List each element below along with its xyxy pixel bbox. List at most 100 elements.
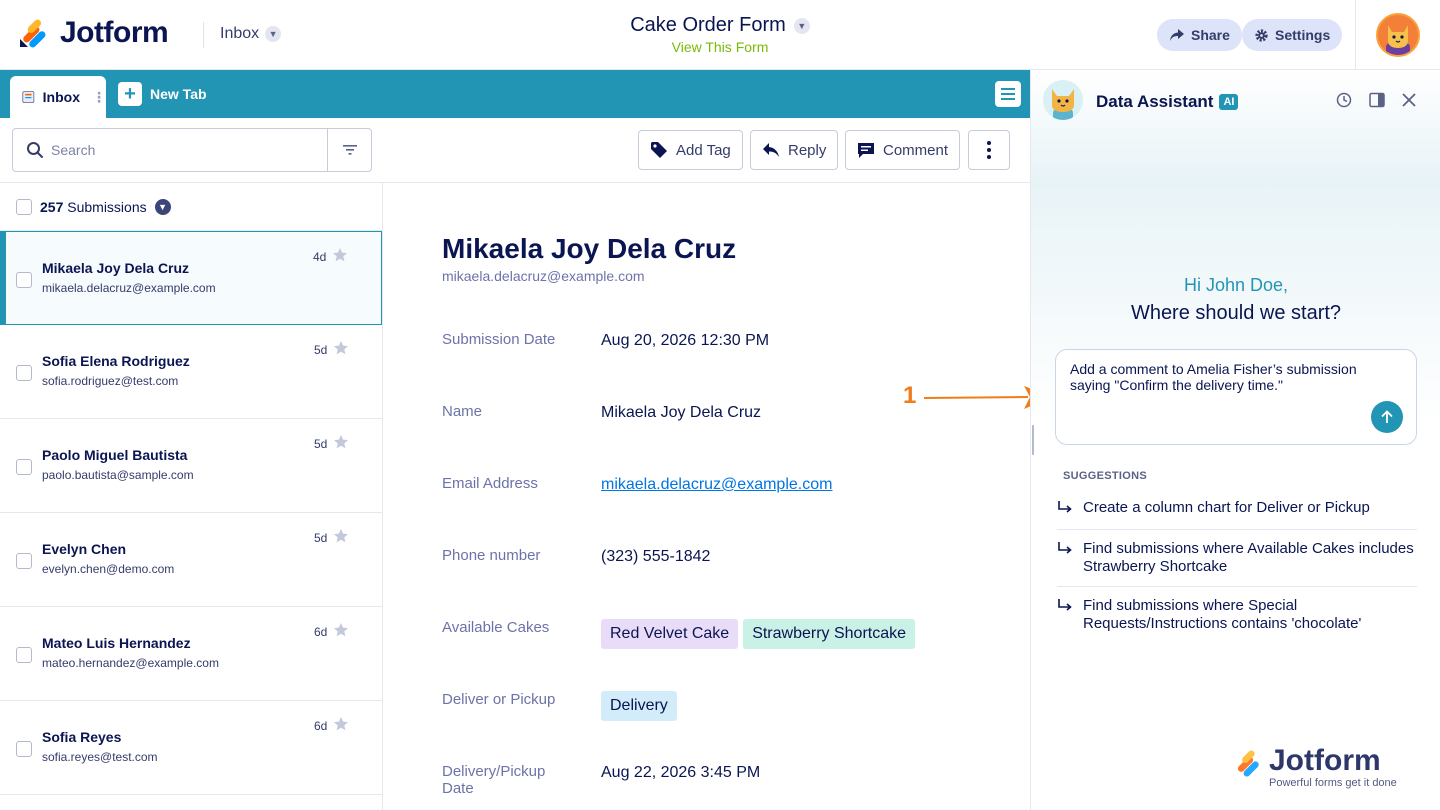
- tag-icon: [651, 142, 667, 158]
- submission-row[interactable]: Evelyn Chen evelyn.chen@demo.com 5d: [0, 513, 382, 607]
- ai-badge: AI: [1219, 94, 1239, 110]
- field-label: Delivery/Pickup Date: [442, 763, 546, 797]
- list-header: 257 Submissions ▼: [0, 183, 382, 231]
- suggestion-text: Find submissions where Available Cakes i…: [1083, 540, 1414, 575]
- field-value: (323) 555-1842: [601, 548, 711, 565]
- field-value: Mikaela Joy Dela Cruz: [601, 404, 762, 421]
- chat-input[interactable]: [1070, 361, 1390, 417]
- assistant-avatar: [1043, 80, 1083, 120]
- return-arrow-icon: [1058, 542, 1072, 554]
- field-label: Name: [442, 403, 483, 420]
- field-label: Email Address: [442, 475, 538, 492]
- return-arrow-icon: [1058, 599, 1072, 611]
- share-button[interactable]: Share: [1157, 19, 1242, 51]
- watermark-brand: Jotform: [1269, 744, 1381, 777]
- star-icon[interactable]: [333, 434, 349, 455]
- history-icon[interactable]: [1336, 92, 1352, 108]
- settings-button[interactable]: Settings: [1242, 19, 1343, 51]
- form-title-dropdown[interactable]: Cake Order Form ▼: [630, 14, 810, 37]
- row-checkbox[interactable]: [16, 365, 32, 381]
- form-title: Cake Order Form: [630, 14, 786, 36]
- chevron-down-icon: ▼: [793, 17, 810, 34]
- panel-layout-icon[interactable]: [1369, 92, 1385, 108]
- row-checkbox[interactable]: [16, 272, 32, 288]
- search-input[interactable]: [51, 139, 321, 161]
- cake-tag: Red Velvet Cake: [601, 619, 739, 649]
- submitter-name: Mikaela Joy Dela Cruz: [442, 233, 737, 264]
- tab-inbox-label: Inbox: [42, 89, 80, 105]
- suggestion-item[interactable]: Find submissions where Special Requests/…: [1057, 597, 1417, 633]
- row-name: Mikaela Joy Dela Cruz: [42, 260, 190, 276]
- field-label: Available Cakes: [442, 619, 550, 636]
- header-divider-right: [1355, 0, 1356, 70]
- share-icon: [1170, 29, 1184, 41]
- return-arrow-icon: [1058, 501, 1072, 513]
- submission-row[interactable]: Mikaela Joy Dela Cruz mikaela.delacruz@ex…: [0, 231, 382, 325]
- tag-group: Red Velvet Cake Strawberry Shortcake: [601, 619, 920, 649]
- submission-row[interactable]: Sofia Reyes sofia.reyes@test.com 6d: [0, 701, 382, 795]
- watermark-tagline: Powerful forms get it done: [1269, 777, 1397, 789]
- suggestion-text: Create a column chart for Deliver or Pic…: [1083, 499, 1370, 516]
- suggestions-heading: SUGGESTIONS: [1063, 470, 1147, 482]
- submission-list: 257 Submissions ▼ Mikaela Joy Dela Cruz m…: [0, 183, 383, 810]
- suggestion-item[interactable]: Find submissions where Available Cakes i…: [1057, 540, 1417, 576]
- star-icon[interactable]: [333, 340, 349, 361]
- email-value: mikaela.delacruz@example.com: [601, 476, 832, 494]
- field-label: Deliver or Pickup: [442, 691, 556, 708]
- more-options-button[interactable]: [968, 130, 1010, 170]
- star-icon[interactable]: [333, 622, 349, 643]
- search-icon: [27, 142, 43, 158]
- row-checkbox[interactable]: [16, 459, 32, 475]
- email-link[interactable]: mikaela.delacruz@example.com: [601, 476, 832, 493]
- data-assistant-panel: Data Assistant AI Hi John Doe, Where sho…: [1030, 70, 1440, 810]
- tab-inbox[interactable]: Inbox ⋮: [10, 76, 106, 118]
- cake-tag: Strawberry Shortcake: [743, 619, 916, 649]
- row-checkbox[interactable]: [16, 741, 32, 757]
- gear-icon: [1255, 28, 1268, 42]
- reply-button[interactable]: Reply: [750, 130, 839, 170]
- select-all-checkbox[interactable]: [16, 198, 32, 215]
- row-email: mateo.hernandez@example.com: [42, 656, 219, 670]
- more-vertical-icon: [987, 141, 991, 159]
- submitter-email: mikaela.delacruz@example.com: [442, 268, 645, 284]
- filter-button[interactable]: [327, 129, 372, 171]
- share-label: Share: [1191, 27, 1230, 43]
- submission-count-group: 257 Submissions: [40, 199, 147, 215]
- submission-row[interactable]: Sofia Elena Rodriguez sofia.rodriguez@tes…: [0, 325, 382, 419]
- submission-row[interactable]: Paolo Miguel Bautista paolo.bautista@samp…: [0, 419, 382, 513]
- row-checkbox[interactable]: [16, 553, 32, 569]
- user-avatar[interactable]: [1376, 13, 1420, 57]
- plus-icon: +: [118, 82, 142, 106]
- assistant-title-text: Data Assistant: [1096, 92, 1214, 111]
- hamburger-menu-icon[interactable]: [995, 81, 1021, 107]
- field-value: Aug 22, 2026 3:45 PM: [601, 764, 761, 781]
- row-checkbox[interactable]: [16, 647, 32, 663]
- greeting-text: Hi John Doe,: [1183, 275, 1289, 295]
- assistant-title: Data Assistant AI: [1096, 92, 1239, 112]
- row-age: 5d: [314, 343, 328, 357]
- chevron-down-icon[interactable]: ▼: [154, 198, 171, 215]
- row-age: 4d: [313, 250, 327, 264]
- suggestion-item[interactable]: Create a column chart for Deliver or Pic…: [1057, 499, 1417, 517]
- filter-icon: [343, 145, 357, 155]
- settings-label: Settings: [1275, 27, 1331, 43]
- star-icon[interactable]: [333, 716, 349, 737]
- star-icon[interactable]: [333, 528, 349, 549]
- more-vertical-icon[interactable]: ⋮: [92, 89, 106, 106]
- add-tag-button[interactable]: Add Tag: [638, 130, 743, 170]
- comment-label: Comment: [883, 141, 949, 159]
- new-tab-button[interactable]: + New Tab: [118, 82, 207, 106]
- new-tab-label: New Tab: [150, 86, 207, 102]
- row-name: Sofia Reyes: [42, 729, 122, 745]
- step-number-annotation: 1: [903, 382, 917, 409]
- submission-row[interactable]: Mateo Luis Hernandez mateo.hernandez@exam…: [0, 607, 382, 701]
- submission-count: 257: [40, 198, 64, 215]
- jotform-logo-icon: [1237, 750, 1259, 777]
- close-icon[interactable]: [1401, 92, 1417, 108]
- comment-button[interactable]: Comment: [845, 130, 961, 170]
- panel-resize-handle[interactable]: [1032, 425, 1034, 455]
- row-name: Mateo Luis Hernandez: [42, 635, 191, 651]
- send-button[interactable]: [1371, 401, 1403, 433]
- comment-icon: [858, 142, 874, 158]
- star-icon[interactable]: [332, 247, 348, 268]
